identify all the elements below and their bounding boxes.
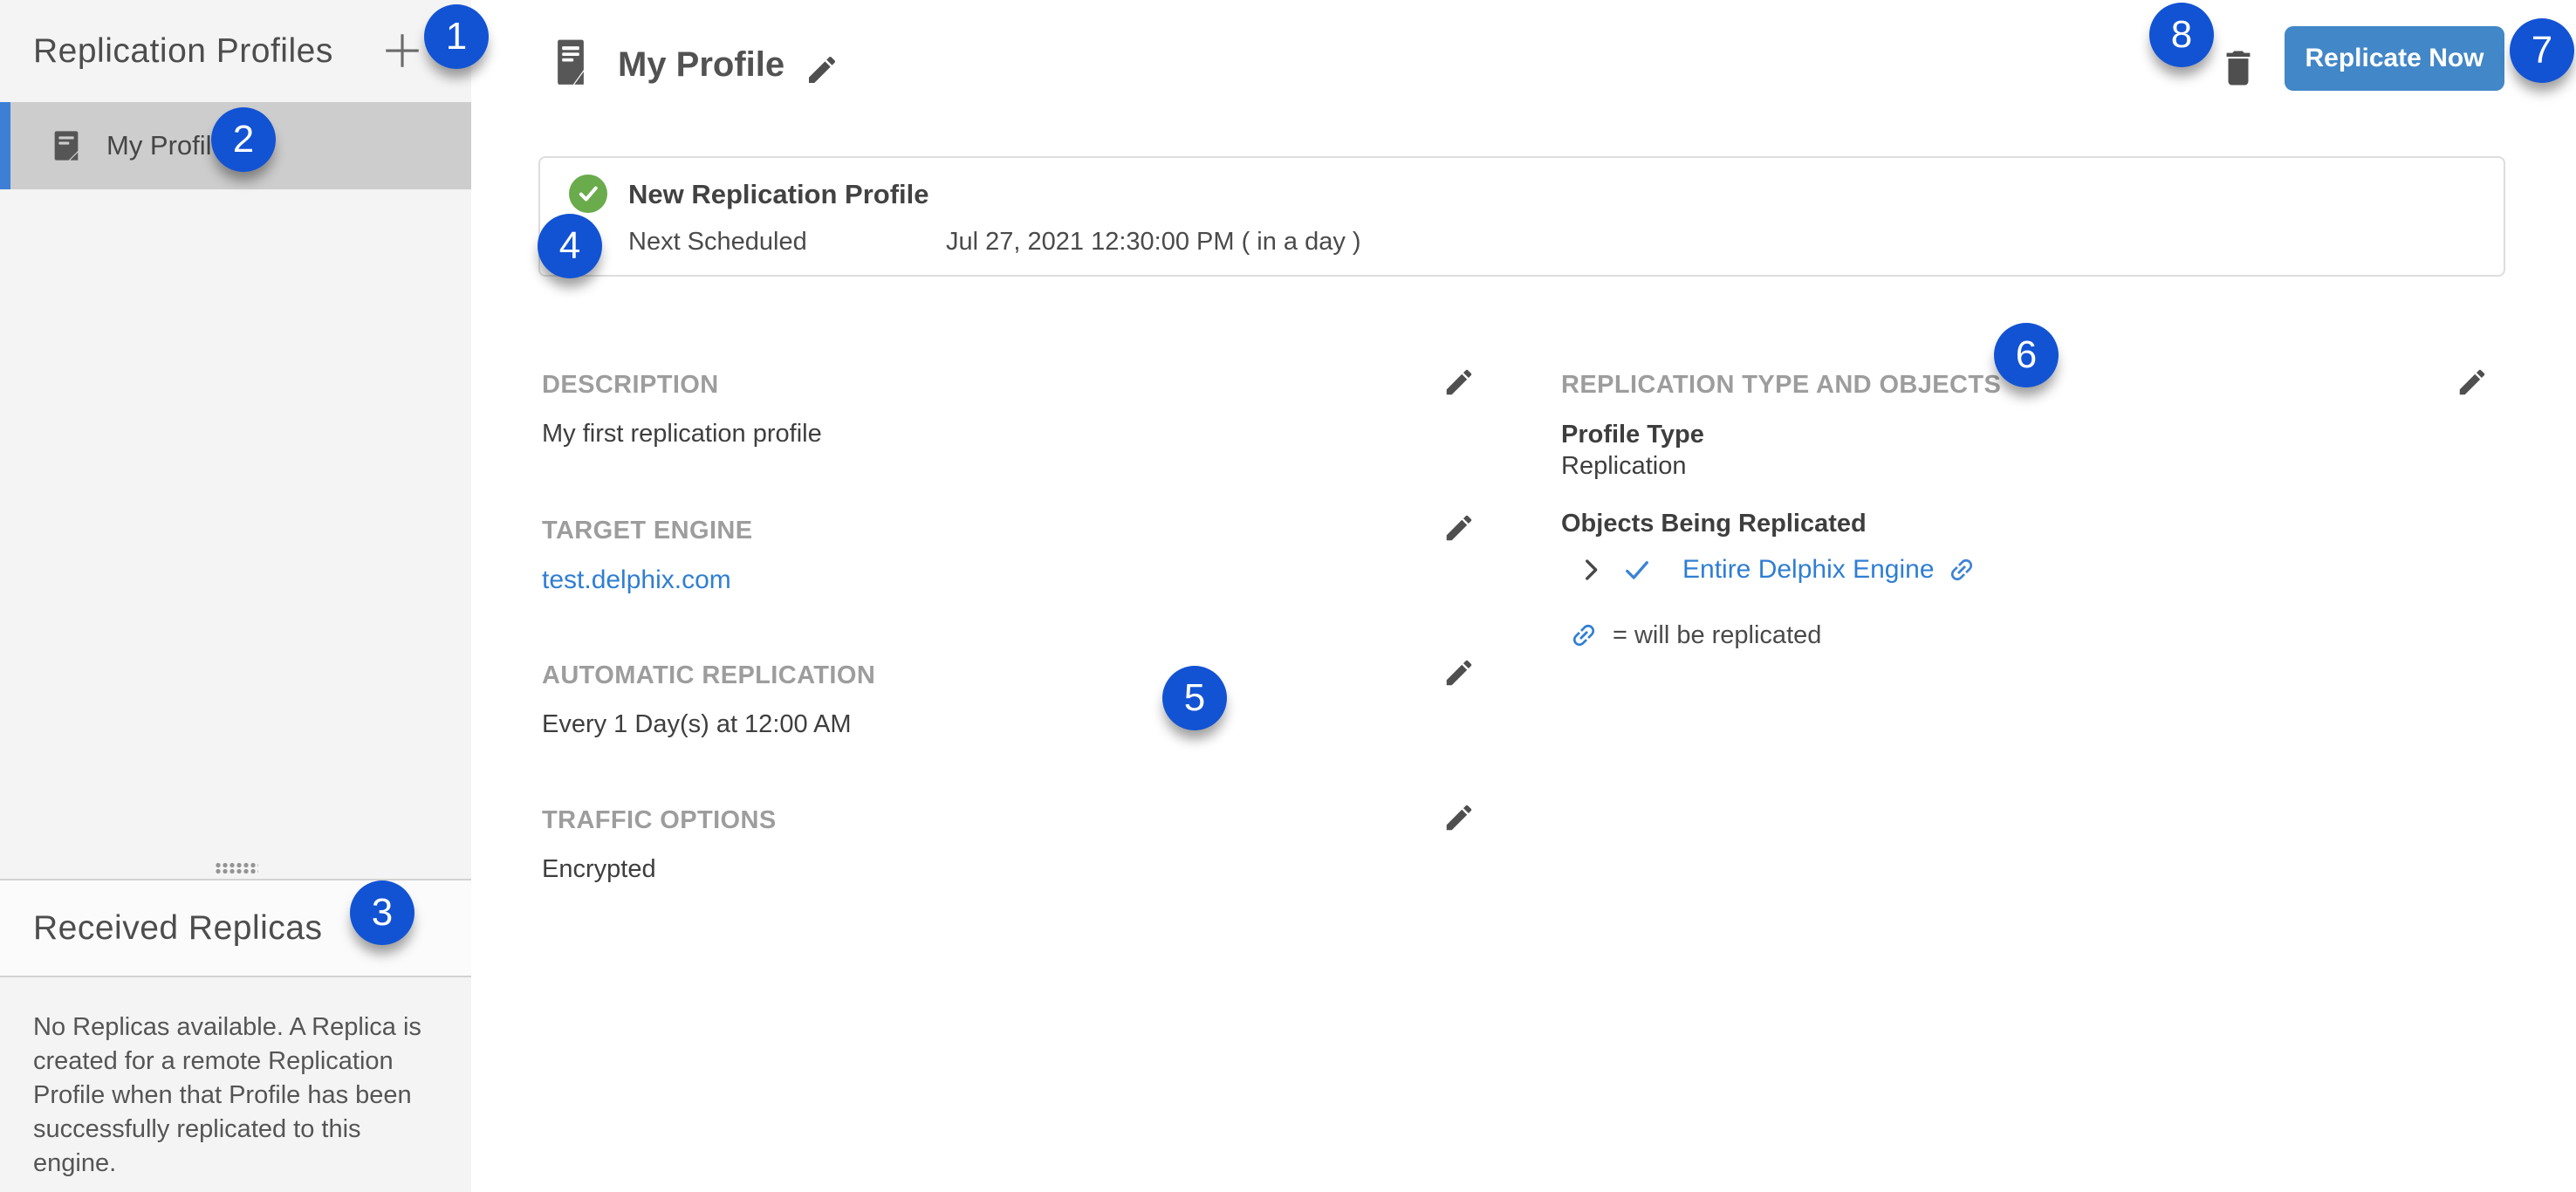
check-icon [1621, 554, 1653, 586]
annotation-1: 1 [424, 4, 489, 69]
replication-profile-icon [552, 37, 589, 87]
expand-object-button[interactable] [1576, 555, 1606, 585]
traffic-options-label: TRAFFIC OPTIONS [542, 806, 777, 835]
trash-icon [2218, 45, 2258, 91]
divider [0, 976, 471, 977]
profile-type-label: Profile Type [1561, 421, 1704, 449]
page-title: My Profile [618, 45, 784, 85]
automatic-replication-value: Every 1 Day(s) at 12:00 AM [542, 710, 852, 739]
sidebar: Replication Profiles My Profile Received… [0, 0, 471, 1192]
annotation-3: 3 [350, 880, 414, 945]
annotation-4: 4 [538, 214, 602, 278]
edit-profile-name-button[interactable] [805, 52, 839, 87]
automatic-replication-label: AUTOMATIC REPLICATION [542, 661, 875, 690]
annotation-7: 7 [2510, 18, 2574, 83]
selected-accent-bar [0, 102, 10, 189]
pencil-icon [1442, 801, 1476, 834]
chevron-right-icon [1576, 555, 1606, 585]
pencil-icon [1442, 656, 1476, 689]
objects-being-replicated-label: Objects Being Replicated [1561, 510, 1867, 538]
sidebar-resize-handle[interactable] [215, 862, 258, 873]
description-section: DESCRIPTION My first replication profile [542, 371, 1476, 400]
annotation-2: 2 [211, 107, 276, 172]
entire-delphix-engine-link[interactable]: Entire Delphix Engine [1682, 555, 1935, 585]
replication-type-section: REPLICATION TYPE AND OBJECTS Profile Typ… [1561, 371, 2489, 685]
status-card-title: New Replication Profile [628, 179, 929, 210]
plus-icon [380, 29, 424, 72]
next-scheduled-value: Jul 27, 2021 12:30:00 PM ( in a day ) [946, 228, 1361, 257]
add-profile-button[interactable] [380, 29, 424, 72]
link-icon [1569, 620, 1599, 650]
delete-profile-button[interactable] [2218, 45, 2258, 91]
description-value: My first replication profile [542, 420, 822, 449]
edit-automatic-replication-button[interactable] [1442, 656, 1476, 689]
profile-type-value: Replication [1561, 452, 1686, 481]
success-check-icon [569, 175, 607, 213]
sidebar-item-label: My Profile [106, 130, 227, 161]
description-label: DESCRIPTION [542, 371, 719, 400]
next-scheduled-label: Next Scheduled [628, 228, 807, 257]
target-engine-link[interactable]: test.delphix.com [542, 565, 731, 594]
edit-replication-type-button[interactable] [2456, 366, 2489, 399]
annotation-6: 6 [1994, 323, 2059, 387]
replicated-object-row: Entire Delphix Engine [1576, 554, 1977, 586]
traffic-options-section: TRAFFIC OPTIONS Encrypted [542, 806, 1476, 835]
link-icon [1947, 555, 1977, 585]
replicate-now-button[interactable]: Replicate Now [2285, 26, 2504, 91]
replication-profile-icon [49, 128, 84, 163]
pencil-icon [2456, 366, 2489, 399]
sidebar-title: Replication Profiles [33, 32, 333, 71]
pencil-icon [1442, 511, 1476, 545]
received-replicas-title: Received Replicas [33, 909, 323, 948]
target-engine-section: TARGET ENGINE test.delphix.com [542, 517, 1476, 545]
traffic-options-value: Encrypted [542, 855, 656, 884]
pencil-icon [805, 52, 839, 87]
received-replicas-empty-text: No Replicas available. A Replica is crea… [33, 1010, 428, 1181]
annotation-5: 5 [1162, 666, 1227, 730]
edit-target-engine-button[interactable] [1442, 511, 1476, 545]
status-card: New Replication Profile Next Scheduled J… [538, 156, 2505, 277]
legend-text: = will be replicated [1613, 621, 1821, 650]
replication-type-label: REPLICATION TYPE AND OBJECTS [1561, 371, 2001, 400]
pencil-icon [1442, 366, 1476, 399]
target-engine-label: TARGET ENGINE [542, 517, 753, 545]
edit-description-button[interactable] [1442, 366, 1476, 399]
annotation-8: 8 [2149, 3, 2214, 67]
automatic-replication-section: AUTOMATIC REPLICATION Every 1 Day(s) at … [542, 661, 1476, 690]
legend-row: = will be replicated [1569, 620, 1821, 650]
edit-traffic-options-button[interactable] [1442, 801, 1476, 834]
